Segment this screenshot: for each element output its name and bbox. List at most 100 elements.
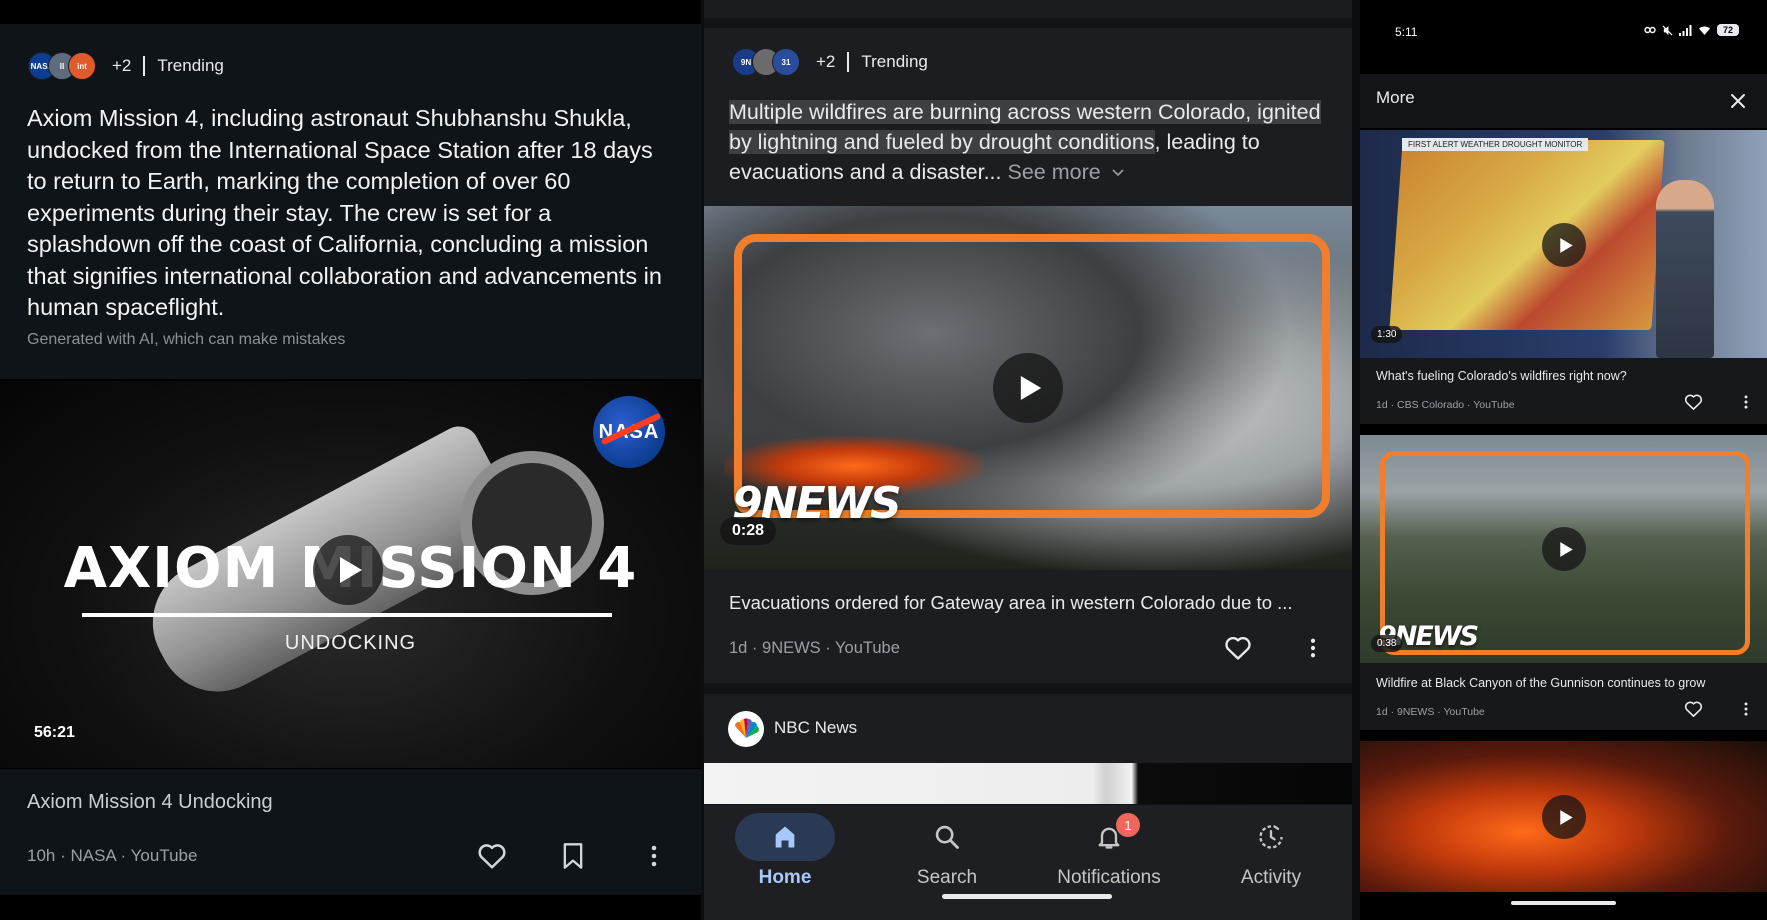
- heart-icon: [1684, 394, 1702, 410]
- nav-search-pill: [897, 813, 997, 861]
- video-meta: 10h · NASA · YouTube: [27, 846, 198, 865]
- more-options-button[interactable]: [1732, 695, 1760, 723]
- notification-badge: 1: [1116, 813, 1140, 837]
- video-duration: 56:21: [34, 724, 75, 741]
- more-options-button[interactable]: [1732, 388, 1760, 416]
- drought-map-image: [1389, 140, 1665, 330]
- video-meta-card[interactable]: Axiom Mission 4 Undocking 10h · NASA · Y…: [0, 769, 701, 895]
- wifi-icon: [1699, 26, 1710, 35]
- gesture-bar[interactable]: [1511, 901, 1616, 905]
- source-row[interactable]: 9N 31 +2 Trending: [732, 48, 928, 76]
- video-meta: 1d · CBS Colorado · YouTube: [1376, 399, 1515, 411]
- signal-icon: [1679, 24, 1692, 36]
- source-avatar-icon: int: [68, 52, 96, 80]
- more-sheet-header: More: [1360, 74, 1767, 128]
- play-button[interactable]: [993, 353, 1063, 423]
- home-icon: [775, 826, 795, 848]
- story-summary-text: Axiom Mission 4, including astronaut Shu…: [27, 105, 662, 320]
- panel-axiom-story: NASA II int +2 Trending Axiom Mission 4,…: [0, 0, 701, 920]
- battery-icon: 72: [1717, 24, 1739, 36]
- video-title[interactable]: Axiom Mission 4 Undocking: [27, 791, 273, 814]
- video-duration: 0:38: [1371, 635, 1403, 652]
- nasa-logo: NASA: [593, 396, 665, 468]
- source-extra-count: +2: [112, 56, 132, 75]
- play-icon: [1560, 541, 1573, 557]
- next-video-thumbnail[interactable]: [704, 763, 1352, 804]
- sheet-title: More: [1376, 88, 1415, 107]
- video-subtitle-overlay: UNDOCKING: [284, 632, 417, 654]
- close-button[interactable]: [1725, 88, 1751, 114]
- source-row[interactable]: NASA II int +2 Trending: [28, 52, 224, 80]
- video-meta-card[interactable]: Evacuations ordered for Gateway area in …: [704, 570, 1352, 683]
- status-bar: 5:11 72: [1360, 0, 1767, 60]
- video-thumbnail[interactable]: NASA AXIOM MISSION 4 UNDOCKING 56:21: [0, 381, 701, 768]
- story-summary-text: Multiple wildfires are burning across we…: [729, 97, 1329, 187]
- nav-search-label: Search: [916, 867, 978, 888]
- more-video-card[interactable]: [1360, 741, 1767, 892]
- video-duration: 1:30: [1371, 326, 1403, 343]
- video-title[interactable]: What's fueling Colorado's wildfires righ…: [1376, 369, 1627, 383]
- story-summary-card[interactable]: 9N 31 +2 Trending Multiple wildfires are…: [704, 28, 1352, 206]
- video-thumbnail[interactable]: 9NEWS 0:38: [1360, 435, 1767, 663]
- more-video-card[interactable]: 9NEWS 0:38 Wildfire at Black Canyon of t…: [1360, 435, 1767, 730]
- like-button[interactable]: [1679, 388, 1707, 416]
- video-title[interactable]: Evacuations ordered for Gateway area in …: [729, 592, 1293, 614]
- nbc-peacock-icon: [728, 711, 764, 747]
- overlay-underline: [82, 613, 612, 617]
- story-summary-card[interactable]: NASA II int +2 Trending Axiom Mission 4,…: [0, 24, 701, 379]
- heart-icon: [1684, 701, 1702, 717]
- play-button[interactable]: [313, 535, 383, 605]
- chevron-down-icon: [1112, 169, 1124, 177]
- gesture-bar[interactable]: [942, 894, 1112, 899]
- trending-label: Trending: [861, 52, 928, 71]
- link-icon: [1644, 26, 1656, 34]
- source-extra-count: +2: [816, 52, 836, 71]
- heart-icon: [1225, 636, 1251, 660]
- next-story-card[interactable]: NBC News: [704, 694, 1352, 804]
- fox31-avatar-icon: 31: [772, 48, 800, 76]
- play-icon: [339, 557, 362, 583]
- like-button[interactable]: [1679, 695, 1707, 723]
- activity-icon: [1259, 825, 1283, 849]
- nav-activity[interactable]: Activity: [1190, 805, 1352, 920]
- source-avatars: NASA II int: [28, 52, 96, 80]
- play-button[interactable]: [1542, 527, 1586, 571]
- play-icon: [1020, 376, 1041, 400]
- like-button[interactable]: [1220, 630, 1256, 666]
- separator: [143, 56, 146, 76]
- video-thumbnail[interactable]: FIRST ALERT WEATHER DROUGHT MONITOR 1:30: [1360, 130, 1767, 358]
- nav-notifications[interactable]: 1 Notifications: [1028, 805, 1190, 920]
- map-header-text: FIRST ALERT WEATHER DROUGHT MONITOR: [1402, 138, 1589, 151]
- mute-icon: [1662, 24, 1673, 36]
- see-more-label: See more: [1007, 160, 1101, 184]
- status-icons: 72: [1644, 24, 1739, 36]
- video-duration: 0:28: [720, 517, 776, 545]
- search-icon: [935, 825, 959, 849]
- separator: [847, 52, 850, 72]
- video-title[interactable]: Wildfire at Black Canyon of the Gunnison…: [1376, 676, 1705, 690]
- play-button[interactable]: [1542, 223, 1586, 267]
- close-icon: [1731, 94, 1745, 108]
- nav-activity-label: Activity: [1240, 867, 1302, 888]
- nav-home-label: Home: [758, 867, 812, 888]
- nav-search[interactable]: Search: [866, 805, 1028, 920]
- like-button[interactable]: [474, 838, 510, 874]
- bookmark-button[interactable]: [555, 838, 591, 874]
- see-more-link[interactable]: See more: [1008, 160, 1125, 184]
- more-video-card[interactable]: FIRST ALERT WEATHER DROUGHT MONITOR 1:30…: [1360, 130, 1767, 424]
- nav-home-pill: [735, 813, 835, 861]
- ai-disclaimer: Generated with AI, which can make mistak…: [27, 331, 346, 348]
- nav-home[interactable]: Home: [704, 805, 866, 920]
- more-vert-icon: [651, 845, 657, 867]
- play-button[interactable]: [1542, 795, 1586, 839]
- play-icon: [1560, 237, 1573, 253]
- presenter-image: [1656, 180, 1714, 358]
- more-options-button[interactable]: [636, 838, 672, 874]
- video-meta: 1d · 9NEWS · YouTube: [1376, 706, 1485, 718]
- more-options-button[interactable]: [1295, 630, 1331, 666]
- video-meta: 1d · 9NEWS · YouTube: [729, 639, 900, 657]
- source-name[interactable]: NBC News: [774, 718, 857, 738]
- nav-notifications-label: Notifications: [1057, 867, 1161, 888]
- video-thumbnail[interactable]: [1360, 741, 1767, 892]
- video-thumbnail[interactable]: 9NEWS 0:28: [704, 206, 1352, 570]
